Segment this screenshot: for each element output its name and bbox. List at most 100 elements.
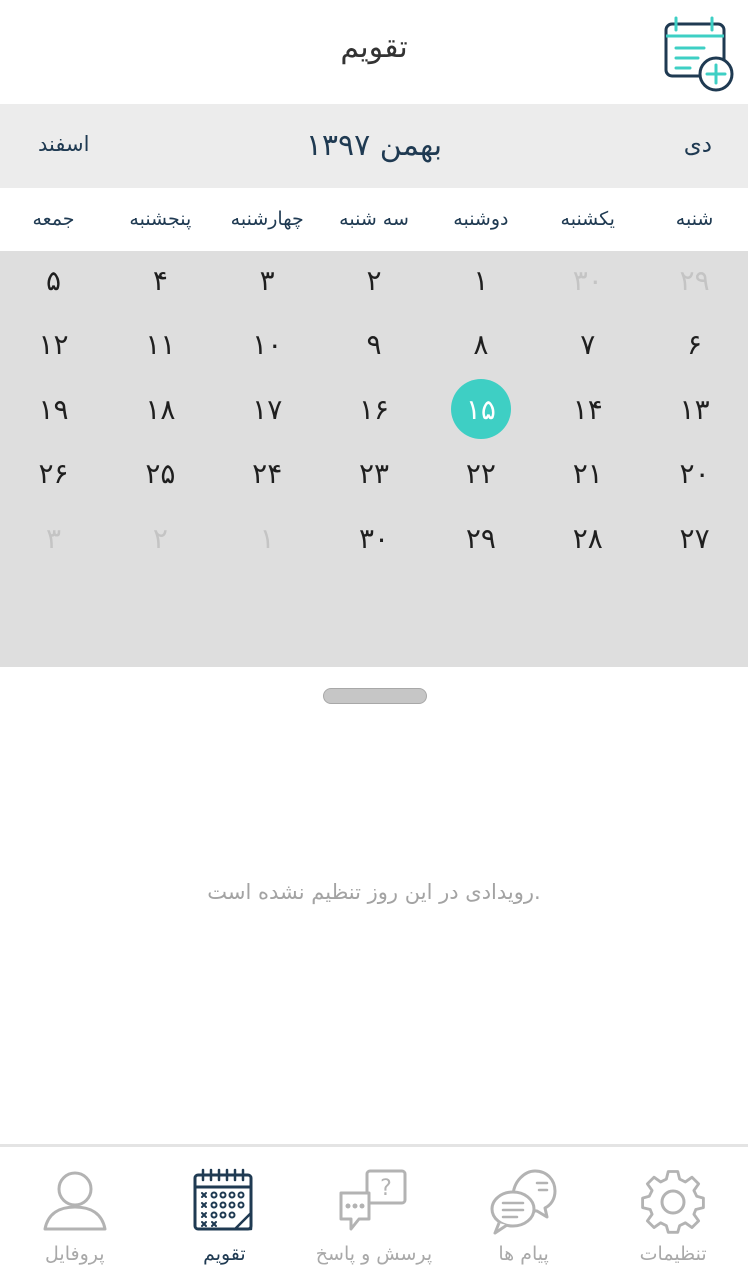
day-cell[interactable]: ۲۲ <box>427 442 534 507</box>
weekday-sunday: یکشنبه <box>560 208 615 230</box>
drag-handle[interactable] <box>323 688 427 704</box>
nav-item-messages[interactable]: پیام ها <box>449 1147 599 1280</box>
day-cell[interactable]: ۲۱ <box>534 442 641 507</box>
day-cell-selected[interactable]: ۱۵ <box>427 377 534 442</box>
day-cell[interactable]: ۳۰ <box>321 506 428 571</box>
day-number: ۲۱ <box>572 457 603 491</box>
week-row: ۲۹ ۳۰ ۱ ۲ ۳ ۴ ۵ <box>0 248 748 313</box>
day-cell[interactable]: ۲۶ <box>0 442 107 507</box>
day-cell[interactable]: ۷ <box>534 313 641 378</box>
nav-label-qa: پرسش و پاسخ <box>315 1243 433 1265</box>
day-cell[interactable]: ۵ <box>0 248 107 313</box>
day-cell[interactable]: ۱۸ <box>107 377 214 442</box>
day-number: ۵ <box>45 263 62 297</box>
nav-label-profile: پروفایل <box>45 1243 105 1265</box>
day-number: ۱ <box>473 263 489 297</box>
weekday-header: شنبه یکشنبه دوشنبه سه شنبه چهارشنبه پنجش… <box>0 188 748 251</box>
day-number: ۶ <box>687 328 703 362</box>
day-number: ۱۷ <box>252 392 283 426</box>
week-row: ۲۷ ۲۸ ۲۹ ۳۰ ۱ ۲ ۳ <box>0 506 748 571</box>
app-header: تقویم <box>0 0 748 104</box>
day-cell[interactable]: ۳ <box>0 506 107 571</box>
day-number: ۲۲ <box>465 457 496 491</box>
day-cell[interactable]: ۱۲ <box>0 313 107 378</box>
empty-events-message: رویدادی در این روز تنظیم نشده است. <box>207 880 541 904</box>
day-cell[interactable]: ۲۵ <box>107 442 214 507</box>
nav-label-settings: تنظیمات <box>639 1243 707 1265</box>
day-number: ۳ <box>259 263 275 297</box>
day-number: ۱۱ <box>145 328 176 362</box>
day-cell[interactable]: ۱۰ <box>214 313 321 378</box>
month-navigation: اسفند بهمن ۱۳۹۷ دی <box>0 104 748 188</box>
day-number: ۱۵ <box>450 379 511 440</box>
page-title: تقویم <box>340 30 408 65</box>
nav-item-calendar[interactable]: تقویم <box>150 1147 300 1280</box>
day-cell[interactable]: ۶ <box>641 313 748 378</box>
day-cell[interactable]: ۲۷ <box>641 506 748 571</box>
day-cell[interactable]: ۹ <box>321 313 428 378</box>
day-cell[interactable]: ۳۰ <box>534 248 641 313</box>
weekday-wednesday: چهارشنبه <box>230 208 304 230</box>
day-cell[interactable]: ۲۹ <box>641 248 748 313</box>
day-number: ۱۰ <box>252 328 283 362</box>
add-event-button[interactable] <box>660 16 736 94</box>
day-number: ۱۶ <box>359 392 390 426</box>
weekday-monday: دوشنبه <box>453 208 509 230</box>
day-number: ۲۷ <box>679 521 710 555</box>
day-cell[interactable]: ۲ <box>107 506 214 571</box>
day-cell[interactable]: ۲ <box>321 248 428 313</box>
day-cell[interactable]: ۱۹ <box>0 377 107 442</box>
previous-month-button[interactable]: دی <box>684 132 712 158</box>
nav-label-calendar: تقویم <box>203 1243 246 1265</box>
day-number: ۳۰ <box>359 521 390 555</box>
day-cell[interactable]: ۱۷ <box>214 377 321 442</box>
day-cell[interactable]: ۸ <box>427 313 534 378</box>
nav-label-messages: پیام ها <box>498 1243 549 1265</box>
day-number: ۲۹ <box>679 263 710 297</box>
nav-item-profile[interactable]: پروفایل <box>0 1147 150 1280</box>
weekday-friday: جمعه <box>32 208 75 230</box>
qa-icon: ? <box>339 1169 407 1231</box>
day-cell[interactable]: ۲۴ <box>214 442 321 507</box>
nav-item-qa[interactable]: ? پرسش و پاسخ <box>299 1147 449 1280</box>
day-number: ۸ <box>473 328 489 362</box>
day-number: ۲۶ <box>38 457 69 491</box>
day-number: ۱۴ <box>572 392 603 426</box>
day-number: ۱۲ <box>38 328 69 362</box>
day-number: ۲۴ <box>252 457 283 491</box>
week-row: ۶ ۷ ۸ ۹ ۱۰ ۱۱ ۱۲ <box>0 313 748 378</box>
week-row: ۲۰ ۲۱ ۲۲ ۲۳ ۲۴ ۲۵ ۲۶ <box>0 442 748 507</box>
bottom-navigation: پروفایل تقویم ? پرسش و پاسخ پیام ها تنظی… <box>0 1144 748 1280</box>
messages-icon <box>490 1169 557 1235</box>
week-row: ۱۳ ۱۴ ۱۵ ۱۶ ۱۷ ۱۸ ۱۹ <box>0 377 748 442</box>
day-number: ۱۸ <box>145 392 176 426</box>
day-cell[interactable]: ۴ <box>107 248 214 313</box>
day-cell[interactable]: ۲۹ <box>427 506 534 571</box>
calendar-icon <box>193 1168 253 1231</box>
day-number: ۳۰ <box>572 263 603 297</box>
day-number: ۳ <box>45 521 62 555</box>
day-cell[interactable]: ۱۴ <box>534 377 641 442</box>
day-number: ۹ <box>366 328 382 362</box>
day-cell[interactable]: ۲۰ <box>641 442 748 507</box>
day-number: ۲۰ <box>679 457 710 491</box>
day-cell[interactable]: ۲۳ <box>321 442 428 507</box>
day-number: ۲۹ <box>465 521 496 555</box>
weekday-saturday: شنبه <box>675 208 714 230</box>
day-cell[interactable]: ۱۱ <box>107 313 214 378</box>
day-number: ۱ <box>259 521 275 555</box>
day-number: ۱۳ <box>679 392 710 426</box>
day-number: ۲۸ <box>572 521 603 555</box>
day-cell[interactable]: ۱ <box>214 506 321 571</box>
day-cell[interactable]: ۲۸ <box>534 506 641 571</box>
day-cell[interactable]: ۱ <box>427 248 534 313</box>
day-cell[interactable]: ۳ <box>214 248 321 313</box>
current-month-label: بهمن ۱۳۹۷ <box>305 128 443 163</box>
day-cell[interactable]: ۱۳ <box>641 377 748 442</box>
day-number: ۴ <box>152 263 168 297</box>
day-number: ۷ <box>580 328 596 362</box>
day-number: ۱۹ <box>38 392 69 426</box>
nav-item-settings[interactable]: تنظیمات <box>598 1147 748 1280</box>
day-cell[interactable]: ۱۶ <box>321 377 428 442</box>
svg-text:?: ? <box>380 1176 392 1201</box>
